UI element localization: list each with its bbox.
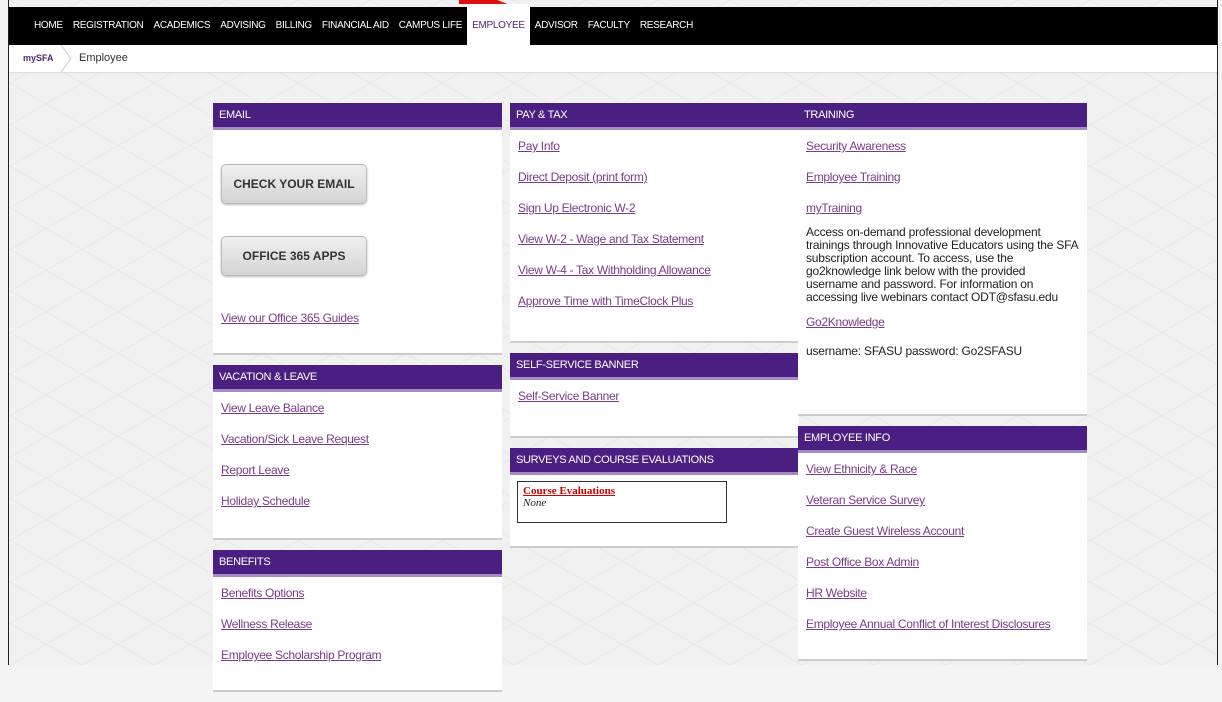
approve-time-timeclock-link[interactable]: Approve Time with TimeClock Plus (518, 291, 791, 322)
surveys-evaluations-panel-title: SURVEYS AND COURSE EVALUATIONS (510, 448, 799, 475)
security-awareness-link[interactable]: Security Awareness (806, 136, 1079, 167)
column-middle: PAY & TAX Pay Info Direct Deposit (print… (510, 103, 799, 558)
office-365-apps-button[interactable]: OFFICE 365 APPS (221, 236, 367, 276)
nav-home[interactable]: HOME (29, 7, 68, 45)
training-panel: TRAINING Security Awareness Employee Tra… (798, 103, 1087, 416)
course-evaluations-box: Course Evaluations None (517, 481, 727, 523)
breadcrumb-home[interactable]: mySFA (23, 53, 54, 63)
nav-research[interactable]: RESEARCH (635, 7, 698, 45)
create-guest-wireless-link[interactable]: Create Guest Wireless Account (806, 521, 1079, 552)
holiday-schedule-link[interactable]: Holiday Schedule (221, 491, 494, 522)
nav-advisor[interactable]: ADVISOR (530, 7, 583, 45)
breadcrumb-separator-icon (60, 45, 72, 72)
employee-info-panel: EMPLOYEE INFO View Ethnicity & Race Vete… (798, 426, 1087, 661)
surveys-evaluations-panel: SURVEYS AND COURSE EVALUATIONS Course Ev… (510, 448, 799, 548)
self-service-banner-link[interactable]: Self-Service Banner (518, 386, 791, 417)
benefits-panel-title: BENEFITS (213, 550, 502, 577)
employee-training-link[interactable]: Employee Training (806, 167, 1079, 198)
view-ethnicity-race-link[interactable]: View Ethnicity & Race (806, 459, 1079, 490)
vacation-leave-panel-title: VACATION & LEAVE (213, 365, 502, 392)
column-right: TRAINING Security Awareness Employee Tra… (798, 103, 1087, 671)
vacation-leave-panel: VACATION & LEAVE View Leave Balance Vaca… (213, 365, 502, 540)
training-description: Access on-demand professional developmen… (806, 225, 1078, 304)
nav-faculty[interactable]: FACULTY (583, 7, 635, 45)
direct-deposit-link[interactable]: Direct Deposit (print form) (518, 167, 791, 198)
report-leave-link[interactable]: Report Leave (221, 460, 494, 491)
benefits-options-link[interactable]: Benefits Options (221, 583, 494, 614)
employee-scholarship-program-link[interactable]: Employee Scholarship Program (221, 645, 494, 676)
veteran-service-survey-link[interactable]: Veteran Service Survey (806, 490, 1079, 521)
pay-info-link[interactable]: Pay Info (518, 136, 791, 167)
benefits-panel: BENEFITS Benefits Options Wellness Relea… (213, 550, 502, 692)
nav-academics[interactable]: ACADEMICS (148, 7, 215, 45)
view-w2-link[interactable]: View W-2 - Wage and Tax Statement (518, 229, 791, 260)
pay-tax-panel: PAY & TAX Pay Info Direct Deposit (print… (510, 103, 799, 343)
employee-info-panel-title: EMPLOYEE INFO (798, 426, 1087, 453)
email-panel-title: EMAIL (213, 103, 502, 130)
email-panel: EMAIL CHECK YOUR EMAIL OFFICE 365 APPS V… (213, 103, 502, 355)
breadcrumb-current: Employee (79, 52, 128, 64)
training-panel-title: TRAINING (798, 103, 1087, 130)
column-left: EMAIL CHECK YOUR EMAIL OFFICE 365 APPS V… (213, 103, 502, 702)
page-frame: HOME REGISTRATION ACADEMICS ADVISING BIL… (8, 0, 1218, 692)
check-email-button[interactable]: CHECK YOUR EMAIL (221, 164, 367, 204)
office-365-guides-link[interactable]: View our Office 365 Guides (221, 308, 494, 339)
top-navigation: HOME REGISTRATION ACADEMICS ADVISING BIL… (9, 4, 1217, 45)
course-evaluations-link[interactable]: Course Evaluations (523, 485, 721, 497)
nav-registration[interactable]: REGISTRATION (68, 7, 149, 45)
nav-employee[interactable]: EMPLOYEE (467, 4, 530, 45)
pay-tax-panel-title: PAY & TAX (510, 103, 799, 130)
nav-campus-life[interactable]: CAMPUS LIFE (394, 7, 467, 45)
nav-billing[interactable]: BILLING (271, 7, 317, 45)
training-credentials: username: SFASU password: Go2SFASU (806, 344, 1022, 358)
view-w4-link[interactable]: View W-4 - Tax Withholding Allowance (518, 260, 791, 291)
self-service-banner-panel-title: SELF-SERVICE BANNER (510, 353, 799, 380)
view-leave-balance-link[interactable]: View Leave Balance (221, 398, 494, 429)
conflict-of-interest-link[interactable]: Employee Annual Conflict of Interest Dis… (806, 614, 1079, 645)
go2knowledge-link[interactable]: Go2Knowledge (806, 312, 1079, 343)
hr-website-link[interactable]: HR Website (806, 583, 1079, 614)
self-service-banner-panel: SELF-SERVICE BANNER Self-Service Banner (510, 353, 799, 438)
nav-financial-aid[interactable]: FINANCIAL AID (317, 7, 394, 45)
wellness-release-link[interactable]: Wellness Release (221, 614, 494, 645)
sign-up-electronic-w2-link[interactable]: Sign Up Electronic W-2 (518, 198, 791, 229)
breadcrumb: mySFA Employee (9, 45, 1217, 73)
post-office-box-admin-link[interactable]: Post Office Box Admin (806, 552, 1079, 583)
course-evaluations-value: None (523, 497, 547, 509)
nav-advising[interactable]: ADVISING (215, 7, 270, 45)
vacation-sick-leave-request-link[interactable]: Vacation/Sick Leave Request (221, 429, 494, 460)
